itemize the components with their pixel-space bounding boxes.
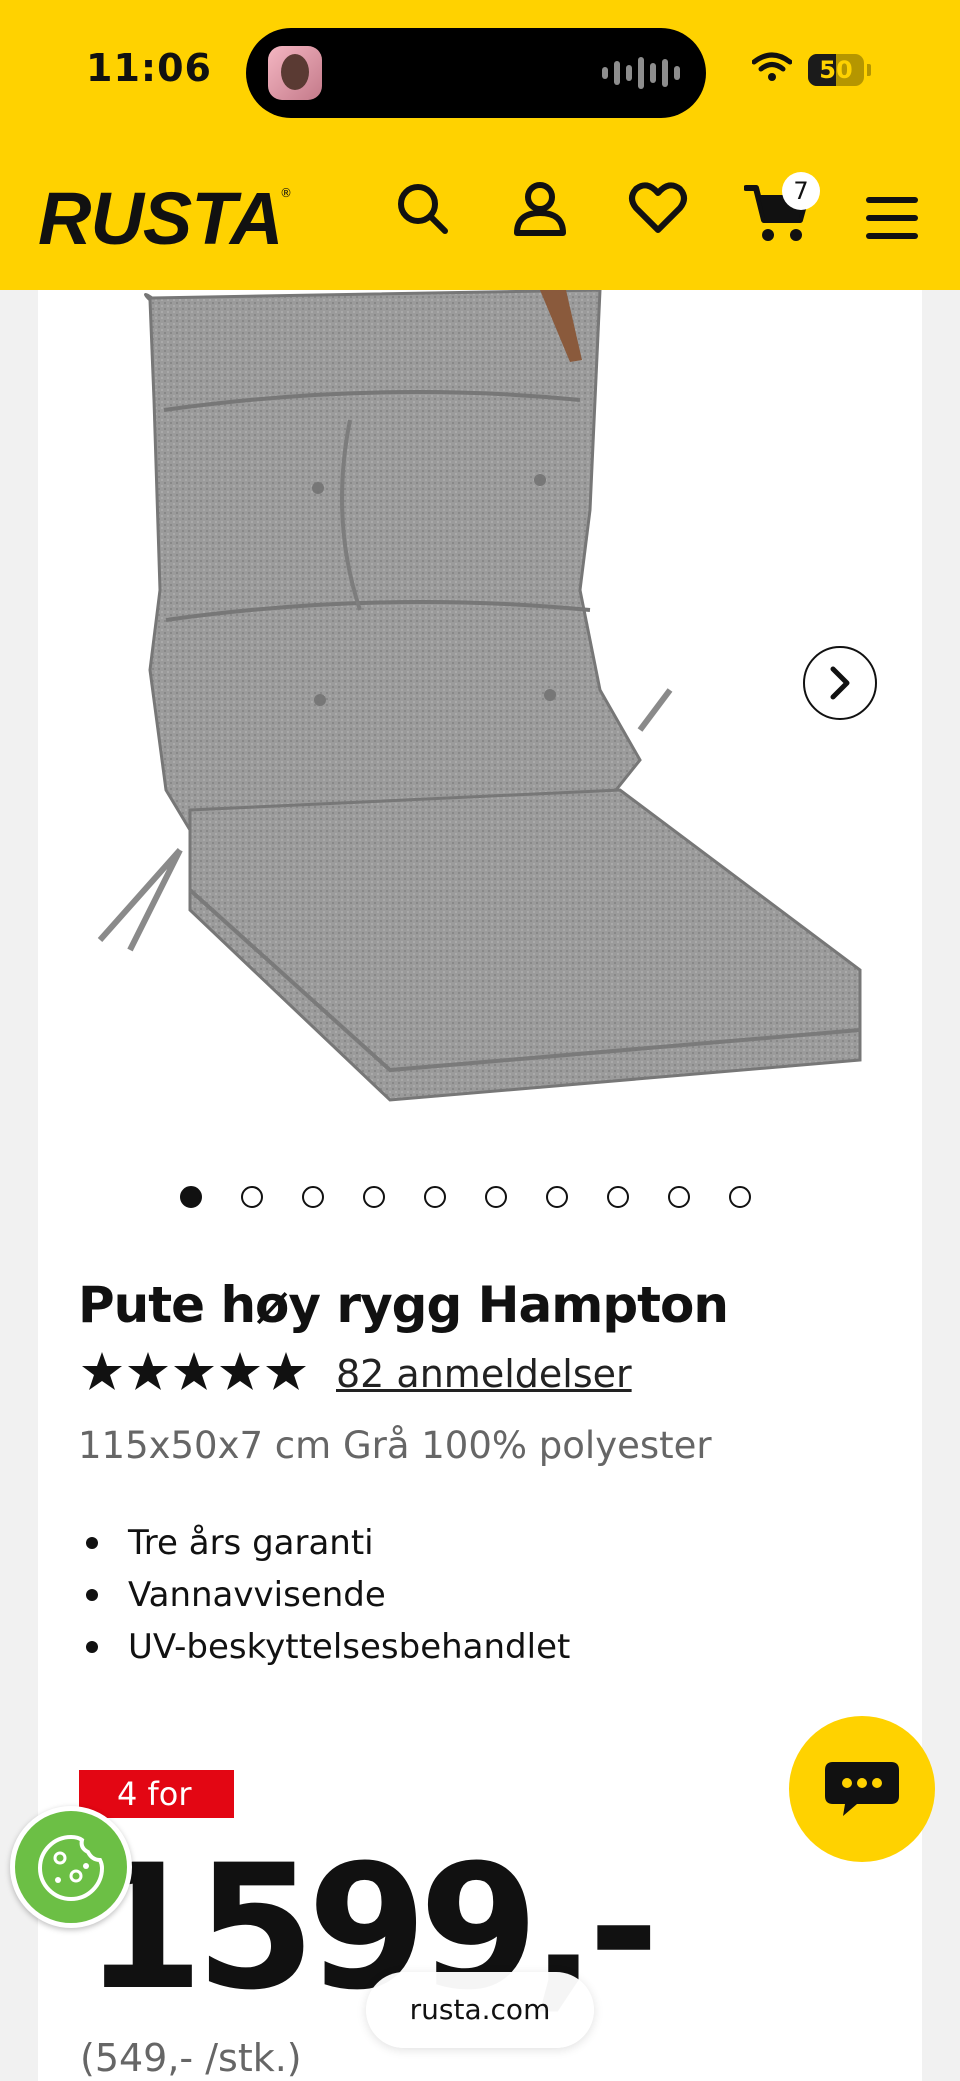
star-icon	[174, 1352, 214, 1390]
feature-item: Tre års garanti	[78, 1518, 570, 1570]
star-icon	[82, 1352, 122, 1390]
dynamic-island	[246, 28, 706, 118]
star-icon	[128, 1352, 168, 1390]
star-icon	[266, 1352, 306, 1390]
battery-icon: 50	[808, 54, 864, 86]
account-icon[interactable]	[512, 180, 568, 236]
chevron-right-icon	[830, 666, 850, 700]
gallery-dot[interactable]	[241, 1186, 263, 1208]
cart-count-badge: 7	[782, 172, 820, 210]
gallery-dot[interactable]	[668, 1186, 690, 1208]
battery-level: 50	[819, 56, 853, 84]
product-image[interactable]	[80, 290, 880, 1110]
gallery-dot[interactable]	[424, 1186, 446, 1208]
audio-wave-icon	[602, 56, 680, 90]
product-title: Pute høy rygg Hampton	[78, 1276, 729, 1334]
chat-button[interactable]	[789, 1716, 935, 1862]
rating-stars	[80, 1350, 308, 1392]
unit-price: (549,- /stk.)	[80, 2036, 302, 2080]
search-icon[interactable]	[394, 180, 450, 236]
menu-icon[interactable]	[866, 196, 918, 240]
gallery-pagination	[180, 1186, 751, 1208]
rusta-logo[interactable]: RUSTA	[38, 176, 283, 261]
caller-avatar-icon	[268, 46, 322, 100]
feature-item: Vannavvisende	[78, 1570, 570, 1622]
cookie-icon	[38, 1834, 105, 1901]
chat-bubble-icon	[825, 1762, 899, 1816]
gallery-dot[interactable]	[546, 1186, 568, 1208]
reviews-link[interactable]: 82 anmeldelser	[336, 1352, 632, 1396]
feature-list: Tre års garanti Vannavvisende UV-beskytt…	[78, 1518, 570, 1674]
top-bar: 11:06 50 RUSTA ® 7	[0, 0, 960, 290]
star-icon	[220, 1352, 260, 1390]
gallery-dot[interactable]	[729, 1186, 751, 1208]
gallery-dot[interactable]	[302, 1186, 324, 1208]
gallery-dot[interactable]	[363, 1186, 385, 1208]
cookie-settings-button[interactable]	[10, 1806, 132, 1928]
heart-icon[interactable]	[628, 180, 688, 236]
gallery-dot[interactable]	[180, 1186, 202, 1208]
next-image-button[interactable]	[803, 646, 877, 720]
gallery-dot[interactable]	[485, 1186, 507, 1208]
wifi-icon	[752, 52, 792, 81]
browser-url-pill[interactable]: rusta.com	[366, 1972, 594, 2048]
status-time: 11:06	[86, 46, 212, 90]
product-spec: 115x50x7 cm Grå 100% polyester	[78, 1424, 712, 1467]
offer-badge: 4 for	[79, 1770, 234, 1818]
gallery-dot[interactable]	[607, 1186, 629, 1208]
registered-mark: ®	[280, 186, 292, 200]
feature-item: UV-beskyttelsesbehandlet	[78, 1622, 570, 1674]
